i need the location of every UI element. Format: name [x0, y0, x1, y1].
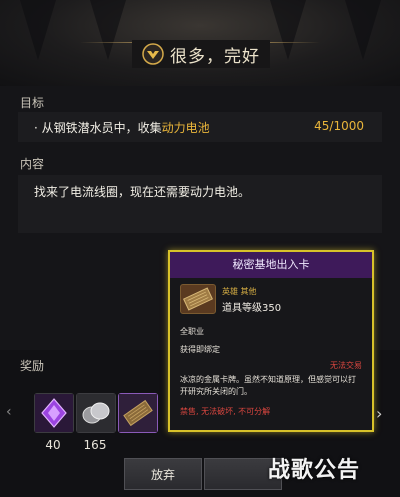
tooltip-description: 冰凉的金属卡牌。虽然不知道原理，但感觉可以打开研究所关闭的门。 — [180, 375, 356, 396]
reward-count-silver: 165 — [83, 438, 107, 452]
item-tooltip: 秘密基地出入卡 英雄 其他 道具等级350 全职业 获得即绑定 无法交易 冰凉的… — [168, 250, 374, 432]
objective-progress: 45/1000 — [314, 119, 364, 133]
content-text: 找来了电流线圈，现在还需要动力电池。 — [34, 185, 251, 199]
key-card-icon — [119, 394, 157, 432]
rewards-label: 奖励 — [20, 359, 45, 373]
scroll-right-arrow[interactable]: › — [376, 404, 382, 423]
objective-item-name: 动力电池 — [161, 121, 210, 135]
tooltip-rarity: 英雄 其他 — [222, 287, 257, 296]
reward-slot-crystal[interactable] — [34, 393, 74, 433]
key-card-icon — [183, 287, 213, 311]
crystal-icon — [35, 394, 73, 432]
quest-panel: 很多，完好 目标 · 从钢铁潜水员中，收集动力电池 45/1000 内容 找来了… — [0, 0, 400, 497]
objective-text: · 从钢铁潜水员中，收集动力电池 — [34, 121, 210, 135]
silver-coins-icon — [77, 394, 115, 432]
tooltip-class: 全职业 — [180, 327, 204, 336]
tooltip-item-icon — [180, 284, 216, 314]
objective-row: · 从钢铁潜水员中，收集动力电池 45/1000 — [18, 112, 382, 142]
reward-slot-silver[interactable] — [76, 393, 116, 433]
tooltip-item-level: 道具等级350 — [222, 303, 282, 314]
quest-title: 很多，完好 — [170, 46, 260, 67]
abandon-button[interactable]: 放弃 — [124, 458, 202, 490]
content-label: 内容 — [20, 157, 45, 171]
tooltip-restrictions: 禁售, 无法破坏, 不可分解 — [180, 407, 271, 416]
quest-emblem-icon — [142, 43, 164, 65]
reward-slot-key-card[interactable] — [118, 393, 158, 433]
quest-title-wrap: 很多，完好 — [132, 40, 270, 68]
tooltip-bind: 获得即绑定 — [180, 345, 220, 354]
content-box: 找来了电流线圈，现在还需要动力电池。 — [18, 175, 382, 233]
scroll-left-arrow[interactable]: ‹ — [6, 404, 12, 420]
tooltip-trade: 无法交易 — [330, 361, 362, 370]
reward-count-crystal: 40 — [45, 438, 61, 452]
objective-label: 目标 — [20, 96, 45, 110]
tooltip-title: 秘密基地出入卡 — [170, 252, 372, 278]
watermark: 战歌公告 — [268, 458, 361, 483]
quest-header: 很多，完好 — [0, 0, 400, 86]
